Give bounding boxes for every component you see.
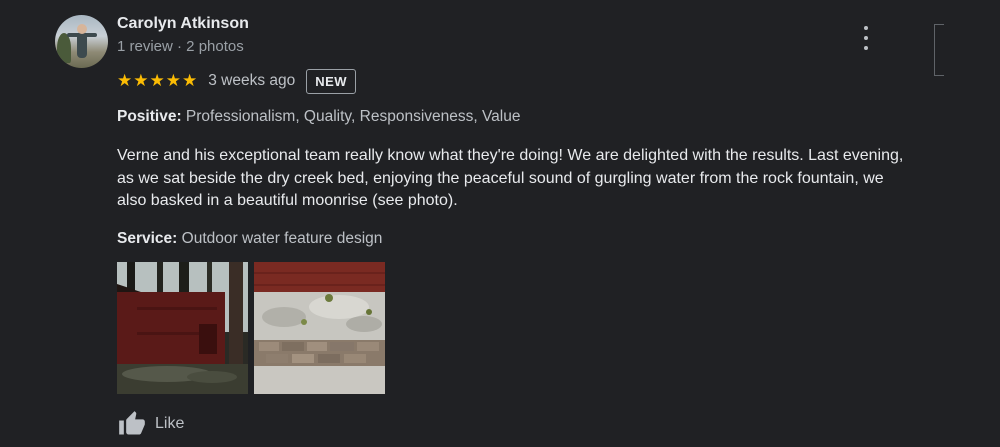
reviewer-name[interactable]: Carolyn Atkinson — [117, 15, 249, 33]
service-label: Service: — [117, 230, 178, 247]
star-rating: ★★★★★ — [117, 71, 199, 90]
review-photo-2[interactable] — [254, 262, 385, 394]
avatar-tree — [57, 33, 71, 63]
more-options-icon[interactable] — [855, 25, 877, 51]
positive-value: Professionalism, Quality, Responsiveness… — [185, 108, 521, 125]
review-text: Verne and his exceptional team really kn… — [117, 147, 904, 209]
thumbs-up-icon — [119, 411, 145, 435]
positive-label: Positive: — [117, 108, 182, 125]
positive-attributes: Positive: Professionalism, Quality, Resp… — [117, 108, 520, 126]
service-value: Outdoor water feature design — [181, 230, 383, 247]
rating-row: ★★★★★ 3 weeks ago NEW — [117, 67, 357, 95]
avatar-head — [77, 24, 87, 34]
review-time: 3 weeks ago — [208, 72, 296, 89]
review-photo-1[interactable] — [117, 262, 248, 394]
reviewer-meta: 1 review · 2 photos — [117, 38, 244, 55]
like-label: Like — [155, 415, 185, 432]
reviewer-avatar[interactable] — [55, 15, 108, 68]
service-info: Service: Outdoor water feature design — [117, 230, 382, 248]
new-badge: NEW — [306, 68, 357, 94]
like-button[interactable]: Like — [117, 410, 184, 438]
avatar-person — [77, 32, 87, 58]
side-divider — [934, 24, 944, 76]
